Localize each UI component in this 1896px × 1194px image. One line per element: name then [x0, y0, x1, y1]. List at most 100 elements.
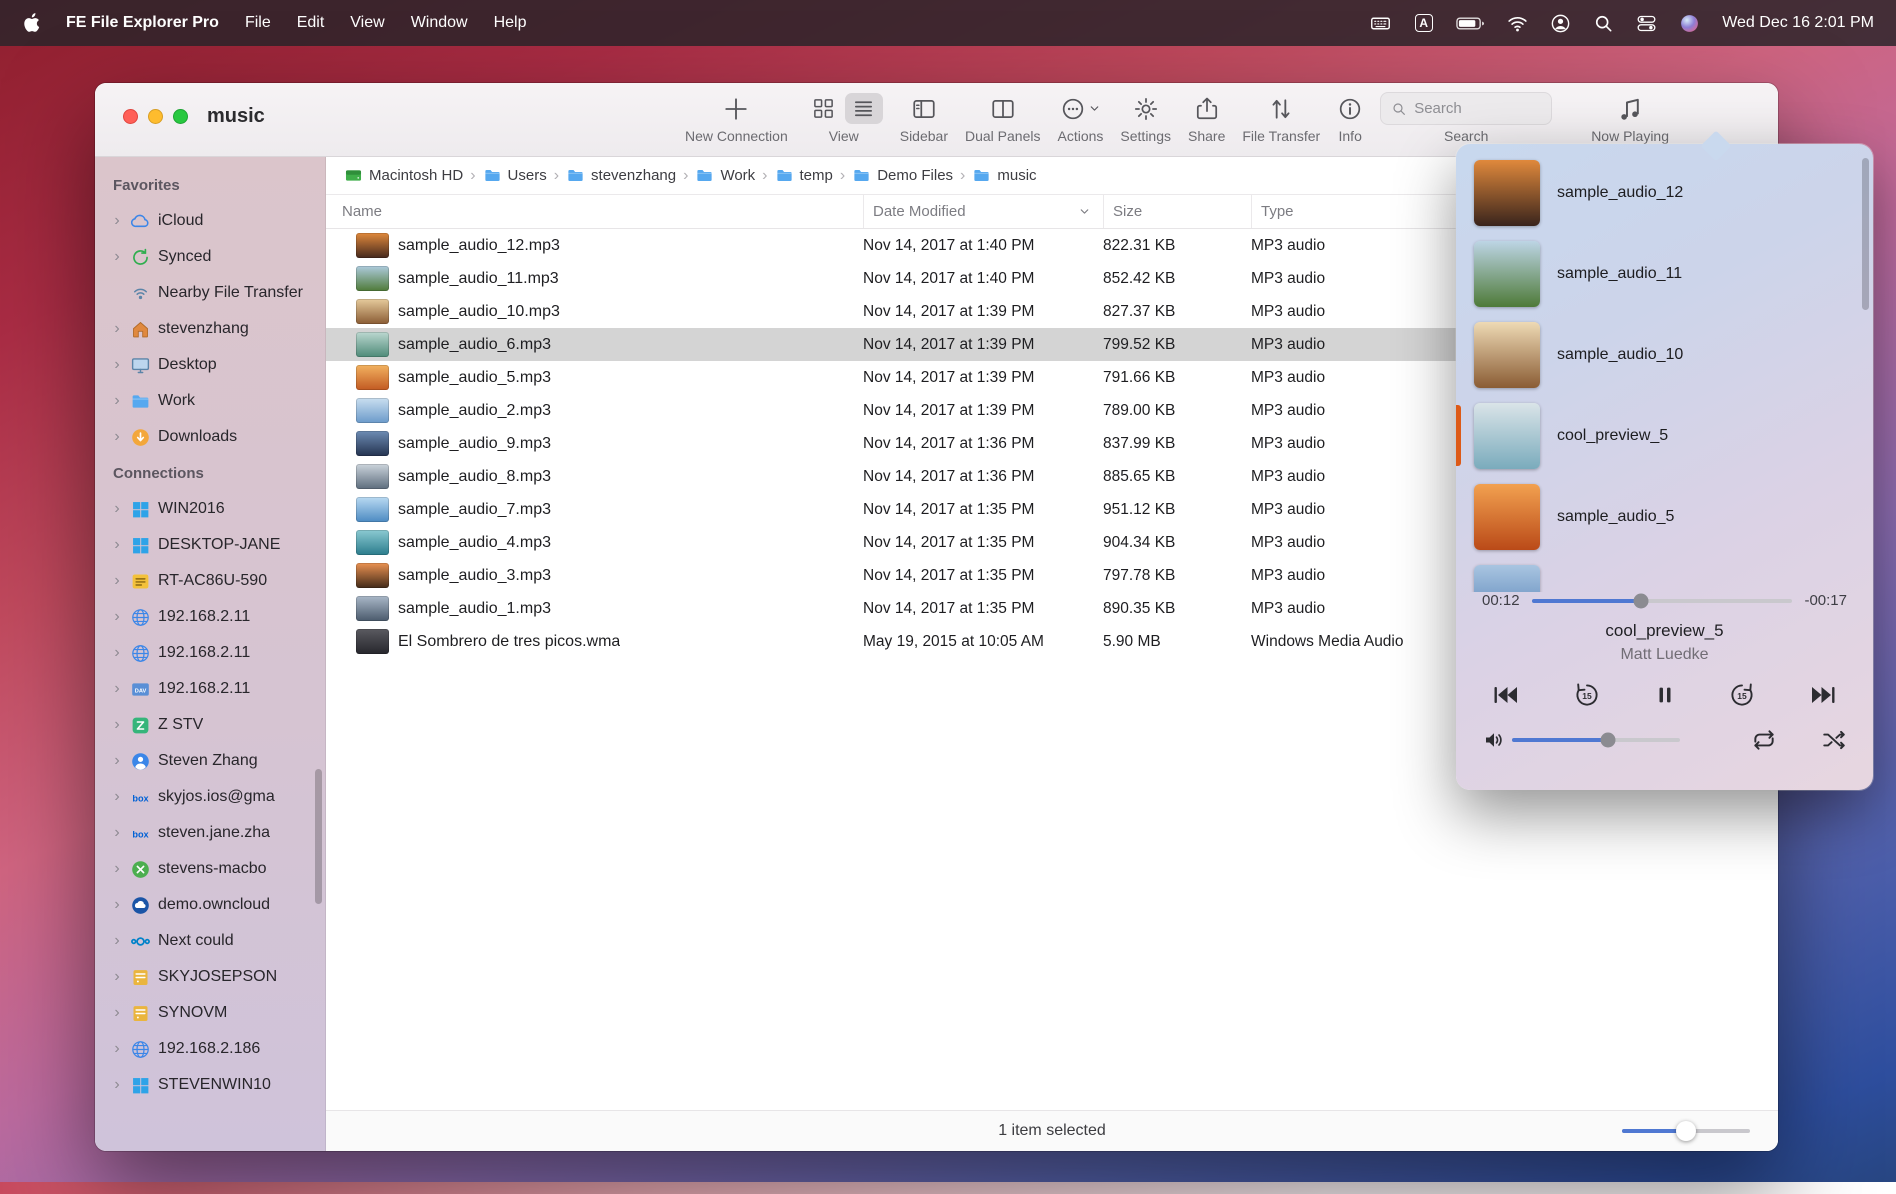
menu-file[interactable]: File	[245, 14, 271, 32]
chevron-right-icon[interactable]: ›	[111, 357, 123, 373]
now-playing-button[interactable]: Now Playing	[1591, 92, 1669, 144]
account-icon[interactable]	[1550, 13, 1571, 34]
chevron-right-icon[interactable]: ›	[111, 825, 123, 841]
sidebar-item-next-could[interactable]: ›Next could	[95, 923, 325, 959]
next-track-button[interactable]	[1808, 683, 1839, 707]
breadcrumb-item-stevenzhang[interactable]: stevenzhang	[566, 166, 676, 185]
menu-window[interactable]: Window	[411, 14, 468, 32]
breadcrumb-item-demo-files[interactable]: Demo Files	[852, 166, 953, 185]
menu-edit[interactable]: Edit	[297, 14, 325, 32]
playlist-scrollbar[interactable]	[1862, 158, 1869, 310]
sidebar-item-192-168-2-11[interactable]: ›DAV192.168.2.11	[95, 671, 325, 707]
grid-view-button[interactable]	[805, 93, 843, 124]
breadcrumb-item-work[interactable]: Work	[695, 166, 755, 185]
breadcrumb-item-music[interactable]: music	[972, 166, 1036, 185]
zoom-button[interactable]	[173, 109, 188, 124]
sidebar-item-win2016[interactable]: ›WIN2016	[95, 491, 325, 527]
chevron-right-icon[interactable]: ›	[111, 537, 123, 553]
close-button[interactable]	[123, 109, 138, 124]
minimize-button[interactable]	[148, 109, 163, 124]
skip-back-15-button[interactable]: 15	[1573, 681, 1601, 709]
apple-menu-icon[interactable]	[22, 12, 40, 34]
sidebar-item-z-stv[interactable]: ›Z STV	[95, 707, 325, 743]
playlist-item-cool-preview-5[interactable]: cool_preview_5	[1474, 395, 1863, 476]
sidebar-item-synovm[interactable]: ›SYNOVM	[95, 995, 325, 1031]
menu-help[interactable]: Help	[494, 14, 527, 32]
sidebar-item-rt-ac86u-590[interactable]: ›RT-AC86U-590	[95, 563, 325, 599]
file-transfer-button[interactable]: File Transfer	[1242, 92, 1320, 144]
menu-view[interactable]: View	[350, 14, 384, 32]
sidebar-item-stevenzhang[interactable]: ›stevenzhang	[95, 311, 325, 347]
dual-panels-button[interactable]: Dual Panels	[965, 92, 1041, 144]
chevron-right-icon[interactable]: ›	[111, 753, 123, 769]
spotlight-icon[interactable]	[1593, 13, 1614, 34]
column-header-name[interactable]: Name	[342, 195, 863, 228]
sidebar-item-192-168-2-186[interactable]: ›192.168.2.186	[95, 1031, 325, 1067]
siri-icon[interactable]	[1679, 13, 1700, 34]
sidebar-item-192-168-2-11[interactable]: ›192.168.2.11	[95, 599, 325, 635]
chevron-right-icon[interactable]: ›	[111, 249, 123, 265]
chevron-right-icon[interactable]: ›	[111, 213, 123, 229]
search-input[interactable]: Search	[1380, 92, 1552, 125]
sidebar-item-desktop-jane[interactable]: ›DESKTOP-JANE	[95, 527, 325, 563]
sidebar-item-steven-jane-zha[interactable]: ›boxsteven.jane.zha	[95, 815, 325, 851]
input-source-icon[interactable]: A	[1413, 13, 1434, 34]
icon-size-slider[interactable]	[1622, 1123, 1750, 1139]
actions-button[interactable]: Actions	[1058, 92, 1104, 144]
sidebar-scrollbar[interactable]	[315, 769, 322, 904]
column-header-date-modified[interactable]: Date Modified	[863, 195, 1103, 228]
settings-button[interactable]: Settings	[1120, 92, 1171, 144]
breadcrumb-item-macintosh-hd[interactable]: Macintosh HD	[344, 166, 463, 185]
progress-slider[interactable]	[1532, 593, 1793, 609]
sidebar-item-demo-owncloud[interactable]: ›demo.owncloud	[95, 887, 325, 923]
sidebar-item-192-168-2-11[interactable]: ›192.168.2.11	[95, 635, 325, 671]
chevron-right-icon[interactable]: ›	[111, 897, 123, 913]
chevron-right-icon[interactable]: ›	[111, 501, 123, 517]
sidebar-item-icloud[interactable]: ›iCloud	[95, 203, 325, 239]
playlist-item-sample-audio-12[interactable]: sample_audio_12	[1474, 152, 1863, 233]
playlist-item-sample-audio-10[interactable]: sample_audio_10	[1474, 314, 1863, 395]
sidebar-item-skyjosepson[interactable]: ›SKYJOSEPSON	[95, 959, 325, 995]
app-menu-title[interactable]: FE File Explorer Pro	[66, 14, 219, 32]
chevron-right-icon[interactable]: ›	[111, 429, 123, 445]
chevron-right-icon[interactable]: ›	[111, 969, 123, 985]
menubar-clock[interactable]: Wed Dec 16 2:01 PM	[1722, 14, 1874, 32]
playlist-item-sample-audio-5[interactable]: sample_audio_5	[1474, 476, 1863, 557]
info-button[interactable]: Info	[1337, 92, 1363, 144]
battery-icon[interactable]	[1456, 13, 1485, 34]
chevron-right-icon[interactable]: ›	[111, 321, 123, 337]
sidebar-item-synced[interactable]: ›Synced	[95, 239, 325, 275]
volume-slider[interactable]	[1512, 732, 1680, 748]
new-connection-button[interactable]: New Connection	[685, 92, 788, 144]
column-header-size[interactable]: Size	[1103, 195, 1251, 228]
breadcrumb-item-users[interactable]: Users	[483, 166, 547, 185]
repeat-button[interactable]	[1751, 727, 1777, 753]
chevron-right-icon[interactable]: ›	[111, 717, 123, 733]
chevron-right-icon[interactable]: ›	[111, 393, 123, 409]
chevron-right-icon[interactable]: ›	[111, 789, 123, 805]
sidebar-item-steven-zhang[interactable]: ›Steven Zhang	[95, 743, 325, 779]
sidebar-item-stevenwin10[interactable]: ›STEVENWIN10	[95, 1067, 325, 1103]
chevron-right-icon[interactable]: ›	[111, 1005, 123, 1021]
share-button[interactable]: Share	[1188, 92, 1225, 144]
previous-track-button[interactable]	[1490, 683, 1521, 707]
chevron-right-icon[interactable]: ›	[111, 609, 123, 625]
playlist-item-sample-audio-11[interactable]: sample_audio_11	[1474, 233, 1863, 314]
keyboard-icon[interactable]	[1370, 13, 1391, 34]
breadcrumb-item-temp[interactable]: temp	[775, 166, 833, 185]
pause-button[interactable]	[1654, 683, 1676, 707]
chevron-right-icon[interactable]: ›	[111, 1077, 123, 1093]
sidebar-item-work[interactable]: ›Work	[95, 383, 325, 419]
wifi-icon[interactable]	[1507, 13, 1528, 34]
sidebar-item-downloads[interactable]: ›Downloads	[95, 419, 325, 455]
chevron-right-icon[interactable]: ›	[111, 573, 123, 589]
playlist-item[interactable]	[1474, 557, 1863, 592]
sidebar-item-skyjos-ios-gma[interactable]: ›boxskyjos.ios@gma	[95, 779, 325, 815]
chevron-right-icon[interactable]: ›	[111, 933, 123, 949]
skip-forward-15-button[interactable]: 15	[1728, 681, 1756, 709]
sidebar-item-stevens-macbo[interactable]: ›stevens-macbo	[95, 851, 325, 887]
control-center-icon[interactable]	[1636, 13, 1657, 34]
chevron-right-icon[interactable]: ›	[111, 1041, 123, 1057]
sidebar-item-nearby-file-transfer[interactable]: Nearby File Transfer	[95, 275, 325, 311]
list-view-button[interactable]	[845, 93, 883, 124]
